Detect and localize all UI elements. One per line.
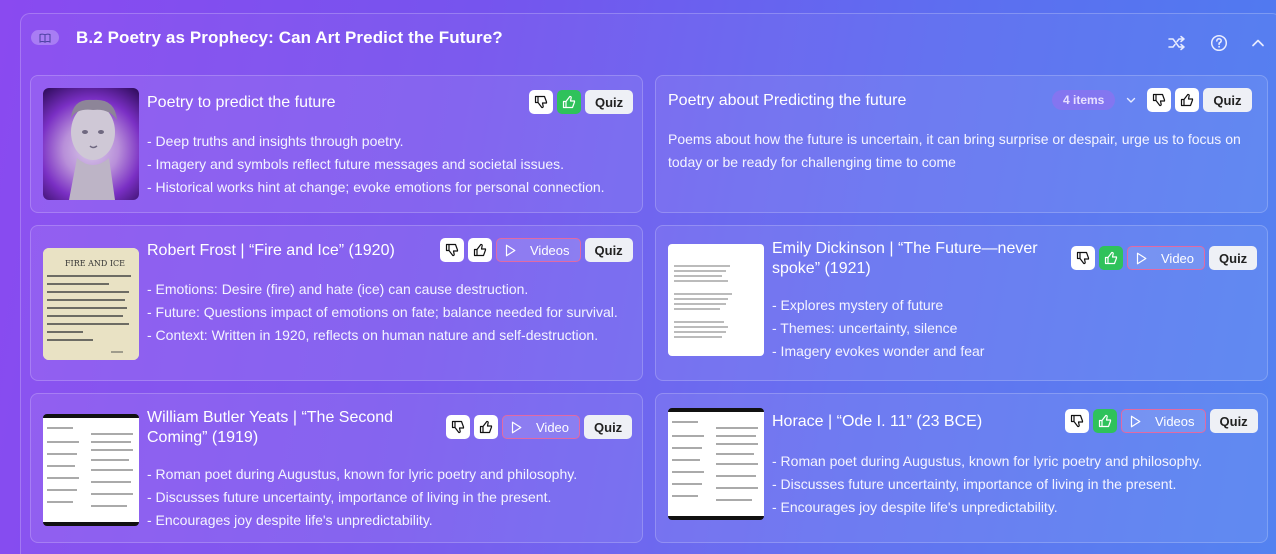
shuffle-icon[interactable] (1167, 33, 1187, 53)
thumbs-up-icon (1098, 414, 1112, 428)
bullet: - Discusses future uncertainty, importan… (772, 476, 1177, 492)
card-title: William Butler Yeats | “The Second Comin… (147, 409, 394, 446)
bullet: - Imagery and symbols reflect future mes… (147, 156, 565, 172)
card-actions: Quiz (529, 90, 634, 114)
thumbs-down-icon (445, 243, 459, 257)
card-title: Horace | “Ode I. 11” (23 BCE) (772, 413, 983, 430)
topic-card[interactable]: William Butler Yeats | “The Second Comin… (30, 393, 643, 543)
play-icon (1136, 252, 1147, 264)
thumbs-down-icon (534, 95, 548, 109)
bullet: - Emotions: Desire (fire) and hate (ice)… (147, 281, 529, 297)
thumbs-up-icon (473, 243, 487, 257)
thumbs-up-button[interactable] (468, 238, 492, 262)
thumbs-up-icon (562, 95, 576, 109)
topic-card[interactable]: Poetry to predict the future Quiz - Deep… (30, 75, 643, 213)
videos-label: Videos (1155, 413, 1195, 429)
thumbs-up-button[interactable] (474, 415, 498, 439)
thumbs-down-icon (1076, 251, 1090, 265)
card-bullets: - Deep truths and insights through poetr… (147, 130, 637, 199)
bust-image (43, 88, 139, 200)
card-actions: 4 items Quiz (1052, 88, 1252, 112)
bullet: - Context: Written in 1920, reflects on … (147, 327, 599, 343)
bullet: - Historical works hint at change; evoke… (147, 179, 605, 195)
thumbs-down-button[interactable] (1065, 409, 1089, 433)
bullet: - Roman poet during Augustus, known for … (772, 453, 1203, 469)
bullet: - Explores mystery of future (772, 297, 944, 313)
poem-page-image: FIRE AND ICE (43, 248, 139, 360)
help-icon[interactable] (1209, 33, 1229, 53)
videos-button[interactable]: Videos (496, 238, 581, 262)
thumbs-up-icon (479, 420, 493, 434)
play-icon (1130, 415, 1141, 427)
thumbs-down-button[interactable] (1071, 246, 1095, 270)
thumbs-up-button[interactable] (1175, 88, 1200, 112)
quiz-button[interactable]: Quiz (584, 238, 633, 262)
thumbs-up-button[interactable] (1099, 246, 1123, 270)
bullet: - Themes: uncertainty, silence (772, 320, 958, 336)
bullet: - Imagery evokes wonder and fear (772, 343, 985, 359)
quiz-button[interactable]: Quiz (1209, 409, 1258, 433)
poem-page-image (668, 408, 764, 520)
thumbs-down-icon (451, 420, 465, 434)
thumbs-down-button[interactable] (1147, 88, 1172, 112)
card-title: Emily Dickinson | “The Future—never spok… (772, 240, 1038, 277)
topic-card[interactable]: Emily Dickinson | “The Future—never spok… (655, 225, 1268, 381)
section-header[interactable]: B.2 Poetry as Prophecy: Can Art Predict … (21, 14, 1276, 64)
video-button[interactable]: Video (1127, 246, 1206, 270)
card-bullets: - Explores mystery of future - Themes: u… (772, 294, 1252, 363)
book-icon (31, 30, 59, 45)
thumb-title: FIRE AND ICE (65, 259, 125, 268)
quiz-button[interactable]: Quiz (584, 415, 633, 439)
card-bullets: - Roman poet during Augustus, known for … (772, 450, 1262, 519)
video-button[interactable]: Video (502, 415, 581, 439)
videos-label: Videos (530, 242, 570, 258)
play-icon (511, 421, 522, 433)
card-bullets: - Roman poet during Augustus, known for … (147, 463, 637, 532)
thumbs-up-button[interactable] (1093, 409, 1117, 433)
bullet: - Future: Questions impact of emotions o… (147, 304, 618, 320)
topic-card[interactable]: FIRE AND ICE Robert Frost | “Fire and Ic… (30, 225, 643, 381)
card-title: Poetry to predict the future (147, 94, 336, 111)
poem-page-image (668, 244, 764, 356)
section-title: B.2 Poetry as Prophecy: Can Art Predict … (76, 28, 503, 47)
videos-button[interactable]: Videos (1121, 409, 1206, 433)
card-actions: Videos Quiz (1065, 409, 1258, 433)
bullet: - Encourages joy despite life's unpredic… (772, 499, 1058, 515)
quiz-button[interactable]: Quiz (585, 90, 634, 114)
card-actions: Video Quiz (446, 415, 633, 439)
thumbs-up-icon (1104, 251, 1118, 265)
quiz-button[interactable]: Quiz (1209, 246, 1258, 270)
topic-card[interactable]: Horace | “Ode I. 11” (23 BCE) Videos Qui… (655, 393, 1268, 543)
bullet: - Deep truths and insights through poetr… (147, 133, 404, 149)
thumbs-up-icon (1181, 93, 1194, 107)
video-label: Video (536, 419, 570, 435)
chevron-up-icon[interactable] (1248, 33, 1268, 53)
card-actions: Videos Quiz (440, 238, 633, 262)
thumbs-down-icon (1070, 414, 1084, 428)
thumbs-down-button[interactable] (440, 238, 464, 262)
card-title: Poetry about Predicting the future (668, 92, 907, 109)
items-count-badge: 4 items (1052, 90, 1116, 110)
thumbs-down-button[interactable] (446, 415, 470, 439)
thumbs-down-button[interactable] (529, 90, 553, 114)
bullet: - Roman poet during Augustus, known for … (147, 466, 578, 482)
thumbs-up-button[interactable] (557, 90, 581, 114)
card-actions: Video Quiz (1071, 246, 1258, 270)
bullet: - Discusses future uncertainty, importan… (147, 489, 552, 505)
poem-page-image (43, 414, 139, 526)
topic-card[interactable]: Poetry about Predicting the future 4 ite… (655, 75, 1268, 213)
card-bullets: - Emotions: Desire (fire) and hate (ice)… (147, 278, 627, 347)
quiz-button[interactable]: Quiz (1203, 88, 1252, 112)
play-icon (505, 244, 516, 256)
thumbs-down-icon (1153, 93, 1166, 107)
card-description: Poems about how the future is uncertain,… (668, 131, 1241, 170)
chevron-down-icon[interactable] (1119, 88, 1143, 112)
bullet: - Encourages joy despite life's unpredic… (147, 512, 433, 528)
video-label: Video (1161, 250, 1195, 266)
card-title: Robert Frost | “Fire and Ice” (1920) (147, 242, 395, 259)
